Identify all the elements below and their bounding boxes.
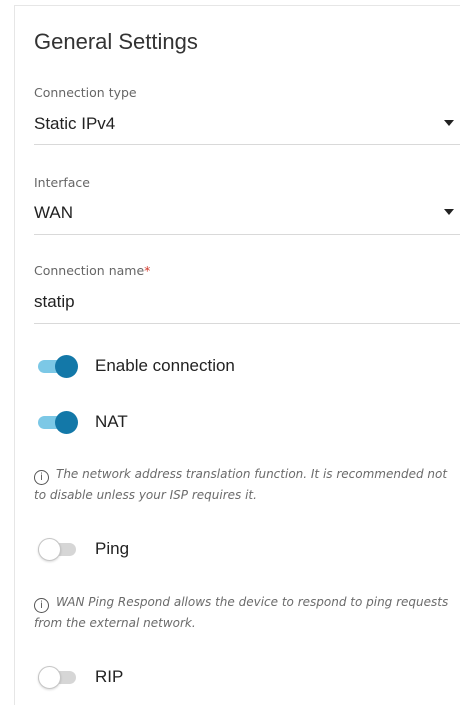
info-icon: i	[34, 470, 49, 485]
interface-select[interactable]: WAN	[34, 203, 458, 223]
connection-name-underline	[34, 323, 460, 324]
enable-connection-label: Enable connection	[95, 356, 235, 375]
nat-hint: i The network address translation functio…	[34, 464, 454, 506]
chevron-down-icon	[444, 209, 454, 215]
ping-toggle[interactable]	[38, 537, 78, 561]
rip-toggle[interactable]	[38, 665, 78, 689]
rip-label: RIP	[95, 667, 124, 686]
interface-label: Interface	[34, 175, 90, 190]
enable-connection-toggle[interactable]	[38, 354, 78, 378]
chevron-down-icon	[444, 120, 454, 126]
interface-value: WAN	[34, 203, 74, 222]
connection-name-label-text: Connection name	[34, 263, 145, 278]
nat-label: NAT	[95, 412, 128, 431]
toggle-knob	[38, 666, 61, 689]
required-mark: *	[144, 263, 151, 278]
connection-type-label: Connection type	[34, 85, 137, 100]
connection-type-select[interactable]: Static IPv4	[34, 114, 458, 134]
ping-hint-text: WAN Ping Respond allows the device to re…	[34, 595, 449, 630]
ping-label: Ping	[95, 539, 130, 558]
info-icon: i	[34, 598, 49, 613]
page-title: General Settings	[34, 29, 198, 54]
nat-hint-text: The network address translation function…	[34, 467, 448, 502]
connection-type-value: Static IPv4	[34, 114, 116, 133]
connection-name-label: Connection name*	[34, 263, 150, 278]
connection-name-input[interactable]: statip	[34, 292, 458, 312]
toggle-knob	[55, 411, 78, 434]
nat-toggle[interactable]	[38, 410, 78, 434]
toggle-knob	[55, 355, 78, 378]
ping-hint: i WAN Ping Respond allows the device to r…	[34, 592, 454, 634]
toggle-knob	[38, 538, 61, 561]
connection-type-underline	[34, 144, 460, 145]
interface-underline	[34, 234, 460, 235]
